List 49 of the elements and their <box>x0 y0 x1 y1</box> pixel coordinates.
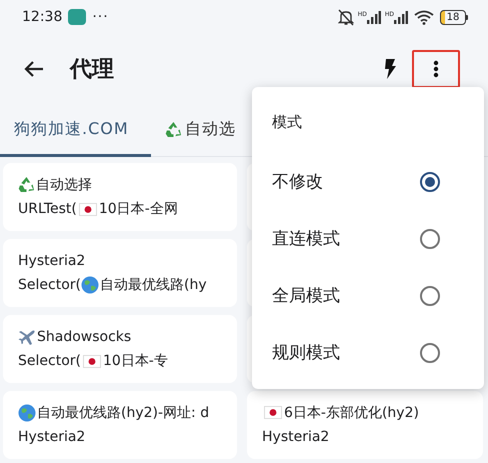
globe-icon <box>80 276 99 294</box>
flag-icon <box>264 406 282 420</box>
app-icon <box>68 9 86 25</box>
proxy-card[interactable]: 自动选择 URLTest( 10日本-全网 <box>3 163 237 231</box>
signal-icon <box>366 10 381 24</box>
proxy-detail: 10日本-专 <box>102 352 168 370</box>
flag-icon <box>78 202 97 216</box>
proxy-detail: Hysteria2 <box>262 429 330 446</box>
group-tab[interactable]: 狗狗加速.COM <box>0 104 151 157</box>
more-notifications: ··· <box>92 9 109 25</box>
signal-icon <box>394 10 408 24</box>
radio-button[interactable] <box>420 342 440 362</box>
mode-option[interactable]: 规则模式 <box>252 324 484 381</box>
proxy-name: 6日本-东部优化(hy2) <box>284 404 419 422</box>
proxy-name: Shadowsocks <box>37 328 132 345</box>
flag-icon <box>82 354 101 368</box>
mode-option[interactable]: 直连模式 <box>252 210 484 267</box>
wifi-icon <box>414 10 434 24</box>
proxy-name: 自动最优线路(hy2)-网址: d <box>37 404 210 422</box>
mode-option[interactable]: 全局模式 <box>252 267 484 324</box>
proxy-card[interactable]: Shadowsocks Selector( 10日本-专 <box>3 315 237 383</box>
proxy-name: Hysteria2 <box>18 252 86 269</box>
proxy-card[interactable]: 6日本-东部优化(hy2) Hysteria2 <box>247 391 483 459</box>
page-title: 代理 <box>70 56 115 84</box>
recycle-icon <box>18 176 35 194</box>
proxy-card[interactable]: Hysteria2 Selector( 自动最优线路(hy <box>3 239 237 307</box>
proxy-name: 自动选择 <box>36 176 92 194</box>
lightning-icon[interactable] <box>384 59 396 79</box>
radio-button[interactable] <box>420 172 440 192</box>
battery-level: 18 <box>440 10 466 24</box>
radio-button[interactable] <box>420 286 440 306</box>
back-arrow-icon[interactable] <box>24 60 44 78</box>
plane-icon <box>18 328 36 346</box>
bell-off-icon <box>338 8 354 26</box>
group-tab[interactable]: 自动选 <box>151 104 250 157</box>
proxy-detail: Selector( <box>18 277 81 294</box>
proxy-detail: 自动最优线路(hy <box>100 276 207 294</box>
status-time: 12:38 <box>22 9 62 25</box>
more-vertical-icon <box>433 60 439 78</box>
proxy-detail: URLTest( <box>18 201 77 218</box>
proxy-detail: Hysteria2 <box>18 429 86 446</box>
proxy-detail: 10日本-全网 <box>98 200 178 218</box>
proxy-detail: Selector( <box>18 353 81 370</box>
recycle-icon <box>165 120 182 138</box>
mode-option[interactable]: 不修改 <box>252 153 484 210</box>
menu-title: 模式 <box>271 113 303 133</box>
globe-icon <box>18 404 36 422</box>
proxy-card[interactable]: 自动最优线路(hy2)-网址: d Hysteria2 <box>3 391 237 459</box>
radio-button[interactable] <box>420 228 440 248</box>
